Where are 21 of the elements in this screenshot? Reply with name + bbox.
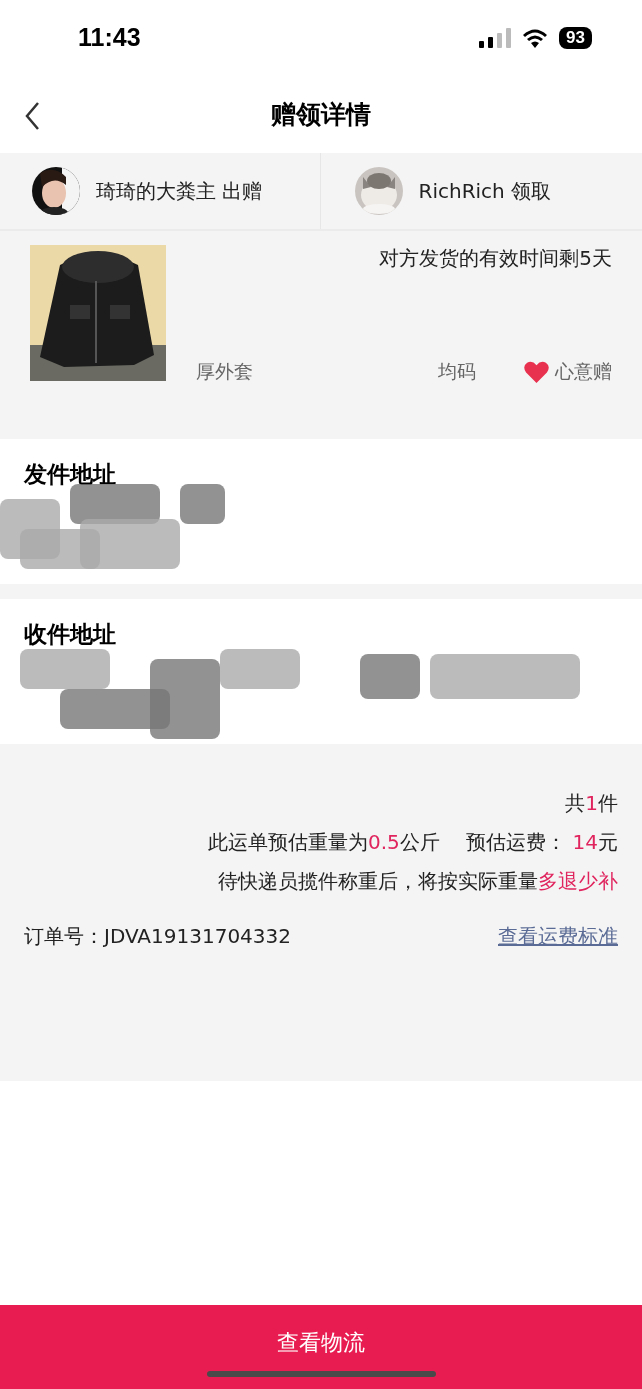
shipping-note: 待快递员揽件称重后，将按实际重量多退少补 [218,868,618,895]
logistics-button[interactable]: 查看物流 [0,1305,642,1389]
address-title: 收件地址 [24,621,116,647]
address-title: 发件地址 [24,461,116,487]
back-icon[interactable] [24,101,40,131]
fee-standard-link[interactable]: 查看运费标准 [498,923,618,950]
order-number: 订单号：JDVA19131704332 [24,923,291,950]
user-name: RichRich 领取 [418,177,552,205]
item-name: 厚外套 [196,359,253,384]
signal-icon [479,27,512,48]
page-title: 赠领详情 [271,98,371,131]
status-time: 11:43 [78,23,141,52]
deadline-text: 对方发货的有效时间剩5天 [379,245,612,272]
shipping-note: 共1件 [565,790,618,817]
user-name: 琦琦的大粪主 出赠 [96,177,263,205]
heart-icon [524,361,549,383]
battery-level: 93 [559,26,592,49]
item-size: 均码 [438,359,476,384]
wifi-icon [521,27,550,48]
gift-tag: 心意赠 [555,359,612,385]
shipping-note: 此运单预估重量为0.5公斤 预估运费： 14元 [208,829,618,856]
